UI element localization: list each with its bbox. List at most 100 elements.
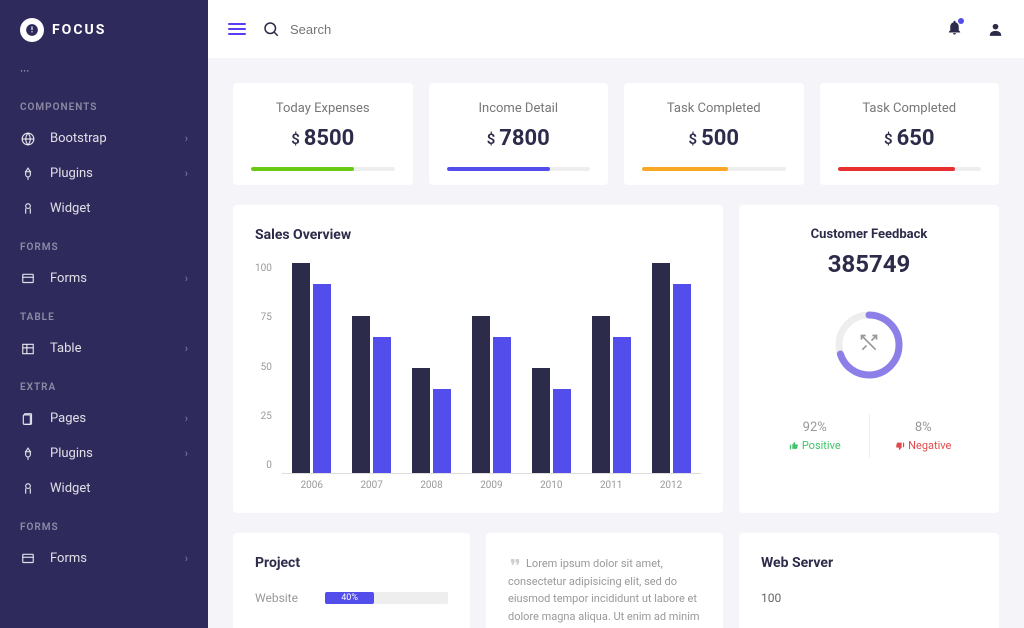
sidebar: FOCUS ··· COMPONENTSBootstrap›Plugins›Wi… (0, 0, 208, 628)
chevron-right-icon: › (185, 552, 188, 565)
stat-card: Task Completed $ 500 (624, 83, 804, 185)
sales-overview-title: Sales Overview (255, 227, 701, 243)
notification-dot-icon (958, 18, 964, 24)
user-icon[interactable] (987, 21, 1004, 38)
sidebar-item-forms[interactable]: Forms› (0, 541, 208, 576)
bar (592, 316, 610, 474)
thumbs-down-icon (895, 441, 905, 451)
bar (433, 389, 451, 473)
sidebar-item-label: Widget (50, 481, 188, 496)
sidebar-item-plugins[interactable]: Plugins› (0, 156, 208, 191)
feedback-positive: 92% Positive (761, 414, 870, 458)
widget-icon (20, 482, 36, 496)
bar (352, 316, 370, 474)
search-wrap (262, 20, 930, 38)
stat-title: Income Detail (478, 101, 558, 116)
project-panel: Project Website 40% (233, 533, 470, 628)
stat-value: $ 650 (884, 126, 934, 151)
bar (613, 337, 631, 474)
stat-progress (251, 167, 395, 171)
bar-group (652, 263, 691, 473)
chevron-right-icon: › (185, 272, 188, 285)
feedback-value: 385749 (761, 250, 977, 278)
notifications-button[interactable] (946, 19, 963, 40)
sidebar-section-header: FORMS (0, 226, 208, 261)
bar-group (592, 263, 631, 473)
sidebar-section-header: COMPONENTS (0, 86, 208, 121)
chevron-right-icon: › (185, 342, 188, 355)
bar (652, 263, 670, 473)
sales-chart: 1007550250 2006200720082009201020112012 (255, 263, 701, 491)
bar (532, 368, 550, 473)
sidebar-item-table[interactable]: Table› (0, 331, 208, 366)
feedback-donut (830, 306, 908, 384)
logo-icon (20, 18, 44, 42)
logo[interactable]: FOCUS (0, 18, 208, 56)
bar-group (532, 263, 571, 473)
bar-group (412, 263, 451, 473)
sidebar-item-forms[interactable]: Forms› (0, 261, 208, 296)
stat-progress (447, 167, 591, 171)
customer-feedback-panel: Customer Feedback 385749 92% (739, 205, 999, 513)
stat-cards: Today Expenses$ 8500 Income Detail $ 7800 T… (233, 83, 999, 185)
sidebar-item-label: Forms (50, 551, 185, 566)
sidebar-spacer: ··· (0, 56, 208, 86)
stat-progress (838, 167, 982, 171)
chevron-right-icon: › (185, 412, 188, 425)
sidebar-item-pages[interactable]: Pages› (0, 401, 208, 436)
stat-value: $ 7800 (487, 126, 550, 151)
pages-icon (20, 412, 36, 426)
sidebar-item-label: Pages (50, 411, 185, 426)
form-icon (20, 272, 36, 286)
thumbs-up-icon (789, 441, 799, 451)
stat-card: Task Completed $ 650 (820, 83, 1000, 185)
menu-toggle-icon[interactable] (228, 23, 246, 35)
feedback-negative: 8% Negative (870, 414, 978, 458)
project-progress: 40% (325, 592, 448, 604)
bar-group (292, 263, 331, 473)
widget-icon (20, 202, 36, 216)
chart-bars (282, 263, 701, 474)
chart-x-axis: 2006200720082009201020112012 (282, 474, 701, 491)
sidebar-item-plugins[interactable]: Plugins› (0, 436, 208, 471)
quote-panel: Lorem ipsum dolor sit amet, consectetur … (486, 533, 723, 628)
stat-card: Today Expenses$ 8500 (233, 83, 413, 185)
bar (493, 337, 511, 474)
stat-title: Task Completed (862, 101, 956, 116)
form-icon (20, 552, 36, 566)
sidebar-section-header: TABLE (0, 296, 208, 331)
stat-title: Today Expenses (276, 101, 370, 116)
stat-title: Task Completed (667, 101, 761, 116)
sidebar-nav: COMPONENTSBootstrap›Plugins›WidgetFORMSF… (0, 86, 208, 576)
bar (313, 284, 331, 473)
shuffle-icon (859, 333, 879, 357)
globe-icon (20, 132, 36, 146)
sales-overview-panel: Sales Overview 1007550250 20062007200820… (233, 205, 723, 513)
plug-icon (20, 167, 36, 181)
content: Today Expenses$ 8500 Income Detail $ 7800 T… (208, 58, 1024, 628)
sidebar-item-bootstrap[interactable]: Bootstrap› (0, 121, 208, 156)
search-input[interactable] (290, 22, 466, 37)
topbar (208, 0, 1024, 58)
chevron-right-icon: › (185, 132, 188, 145)
quote-icon (508, 555, 522, 569)
chart-y-axis: 1007550250 (255, 263, 282, 491)
webserver-panel: Web Server 100 (739, 533, 999, 628)
sidebar-item-widget[interactable]: Widget (0, 471, 208, 506)
chevron-right-icon: › (185, 447, 188, 460)
webserver-value: 100 (761, 591, 977, 605)
bar (673, 284, 691, 473)
sidebar-item-label: Forms (50, 271, 185, 286)
stat-progress (642, 167, 786, 171)
sidebar-section-header: EXTRA (0, 366, 208, 401)
sidebar-item-label: Table (50, 341, 185, 356)
sidebar-item-label: Widget (50, 201, 188, 216)
webserver-title: Web Server (761, 555, 977, 571)
sidebar-item-widget[interactable]: Widget (0, 191, 208, 226)
bar (553, 389, 571, 473)
bar-group (352, 263, 391, 473)
search-icon[interactable] (262, 20, 280, 38)
main-area: Today Expenses$ 8500 Income Detail $ 7800 T… (208, 0, 1024, 628)
stat-card: Income Detail $ 7800 (429, 83, 609, 185)
stat-value: $ 500 (689, 126, 739, 151)
